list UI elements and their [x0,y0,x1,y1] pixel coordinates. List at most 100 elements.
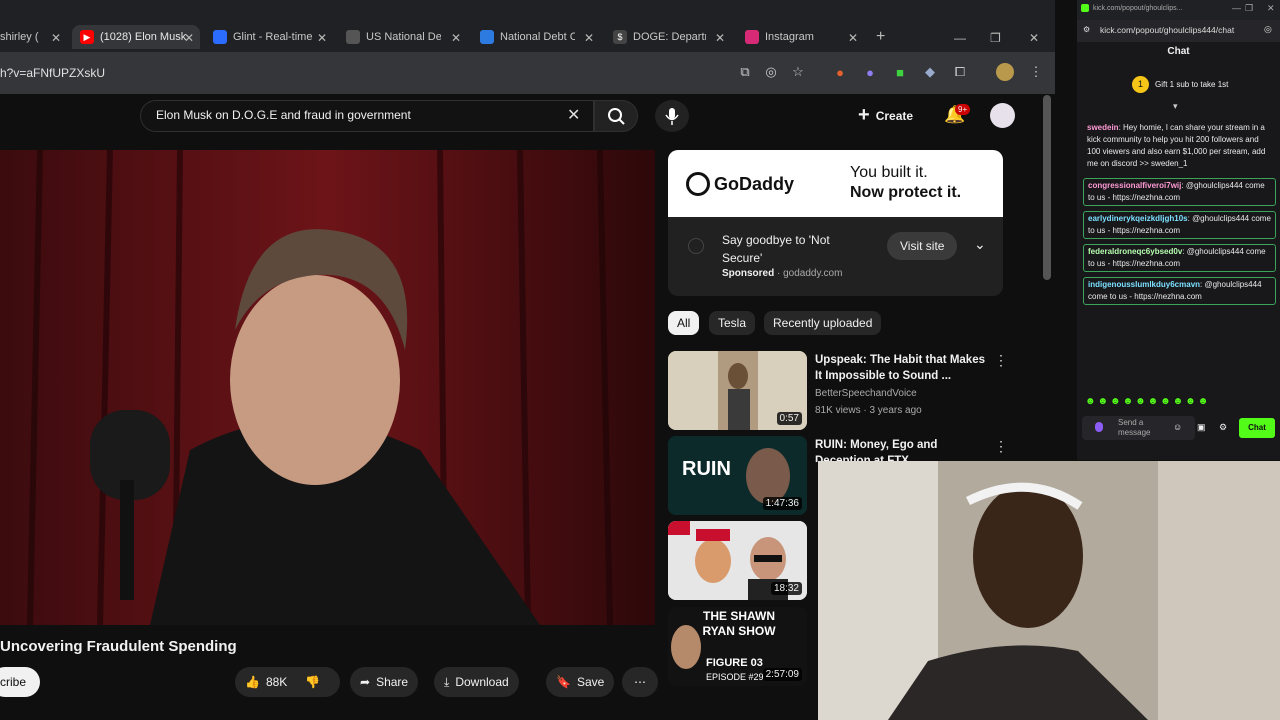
close-tab-icon[interactable]: ✕ [51,31,61,45]
chat-url[interactable]: kick.com/popout/ghoulclips444/chat [1100,25,1234,35]
thumbnail[interactable]: 0:57 [668,351,807,430]
extension-ghost-icon[interactable]: ● [861,63,879,81]
tab-glint[interactable]: Glint - Real-time [213,25,313,49]
usdebt-icon [480,30,494,44]
new-tab-icon[interactable]: + [876,28,885,46]
gift-box-icon[interactable]: ▣ [1197,422,1206,433]
search-input[interactable]: Elon Musk on D.O.G.E and fraud in govern… [156,108,411,122]
chevron-down-icon[interactable]: ⌄ [974,236,986,253]
thumb-up-icon: 👍 [245,675,260,689]
tab-doge[interactable]: $ DOGE: Departm [613,25,706,49]
profile-avatar-icon[interactable] [996,63,1014,81]
more-options-icon[interactable]: ⋮ [994,438,1008,455]
thumb-text: RUIN [682,458,731,480]
youtube-icon: ▶ [80,30,94,44]
chat-message: congressionalfiveroi7wij: @ghoulclips444… [1083,178,1276,206]
eye-off-icon[interactable]: ◎ [1264,24,1272,35]
chip-recently-uploaded[interactable]: Recently uploaded [764,311,882,335]
rec-channel[interactable]: BetterSpeechandVoice [815,388,917,399]
close-tab-icon[interactable]: ✕ [317,31,327,45]
video-player[interactable] [0,150,655,625]
chat-send-button[interactable]: Chat [1239,418,1275,438]
settings-gear-icon[interactable]: ⚙ [1219,422,1227,433]
more-options-icon[interactable]: ⋮ [994,352,1008,369]
chat-title: Chat [1167,46,1190,57]
instagram-icon [745,30,759,44]
sponsored-label: Sponsored [722,268,775,279]
site-info-icon[interactable]: ⚙ [1083,25,1090,34]
ad-text: Say goodbye to 'Not Secure' [722,233,830,265]
emoji-icon[interactable]: ☺ [1173,422,1182,432]
tab-instagram[interactable]: Instagram [745,25,845,49]
plus-icon: + [858,104,870,126]
tab-youtube[interactable]: ▶ (1028) Elon Musk [72,25,200,49]
send-message-input[interactable]: Send a message ☺ [1082,416,1195,440]
voice-search-button[interactable] [655,100,689,132]
scrollbar[interactable] [1043,95,1051,280]
chip-all[interactable]: All [668,311,700,335]
visit-site-button[interactable]: Visit site [887,232,958,260]
chip-tesla[interactable]: Tesla [709,311,756,335]
thumbnail[interactable]: THE SHAWN RYAN SHOW FIGURE 03 EPISODE #2… [668,607,807,686]
extension-diamond-icon[interactable]: ◆ [921,63,939,81]
duration-badge: 1:47:36 [762,497,802,510]
minimize-icon[interactable]: — [954,31,966,45]
thumb-sub: FIGURE 03 [706,657,763,669]
tab-strip: shirley ( ✕ ▶ (1028) Elon Musk ✕ Glint - … [0,0,1055,52]
thumbnail[interactable]: 18:32 [668,521,807,600]
download-button[interactable]: ⤓ Download [434,667,519,697]
window-close-icon[interactable]: ✕ [1029,31,1039,45]
chat-window-url: kick.com/popout/ghoulclips... [1093,5,1183,12]
bookmark-star-icon[interactable]: ☆ [789,63,807,81]
godaddy-logo-icon [686,172,710,196]
pinned-expand-icon[interactable]: ▾ [1173,101,1178,112]
gift-icon[interactable]: 1 [1132,76,1149,93]
tab-national-debt[interactable]: US National Deb [346,25,441,49]
restore-icon[interactable]: ❐ [1245,3,1253,14]
close-tab-icon[interactable]: ✕ [584,31,594,45]
account-avatar[interactable] [990,103,1015,128]
send-message-placeholder: Send a message [1118,418,1151,437]
close-tab-icon[interactable]: ✕ [451,31,461,45]
extension-green-icon[interactable]: ■ [891,63,909,81]
share-button[interactable]: ➦ Share [350,667,419,697]
ad-domain: godaddy.com [783,268,843,279]
extensions-puzzle-icon[interactable]: ⧠ [951,63,969,81]
window-close-icon[interactable]: ✕ [1267,3,1275,14]
save-button[interactable]: 🔖 Save [546,667,615,697]
rec-meta: 81K views · 3 years ago [815,405,922,416]
eye-off-icon[interactable]: ◎ [762,63,780,81]
rec-title[interactable]: Upspeak: The Habit that Makes It Impossi… [815,352,985,384]
restore-icon[interactable]: ❐ [990,31,1001,45]
thumbnail[interactable]: RUIN 1:47:36 [668,436,807,515]
cast-icon[interactable]: ⧉ [736,63,754,81]
chat-message: indigenousslumlkduy6cmavn: @ghoulclips44… [1083,277,1276,305]
chat-message: federaldroneqc6ybsed0v: @ghoulclips444 c… [1083,244,1276,272]
chrome-menu-icon[interactable]: ⋮ [1027,63,1045,81]
close-tab-icon[interactable]: ✕ [184,31,194,45]
url-field[interactable]: h?v=aFNfUPZXskU [0,66,105,80]
search-button[interactable] [594,100,638,132]
close-tab-icon[interactable]: ✕ [715,31,725,45]
clear-search-icon[interactable]: ✕ [567,105,580,125]
video-frame [0,150,655,625]
ad-banner[interactable]: GoDaddy You built it. Now protect it. [668,150,1003,217]
extension-fox-icon[interactable]: ● [831,63,849,81]
like-button[interactable]: 👍 88K 👎 [235,667,340,697]
create-button[interactable]: + Create [858,104,913,127]
minimize-icon[interactable]: — [1232,3,1241,13]
ad-card[interactable]: GoDaddy You built it. Now protect it. Sa… [668,150,1003,296]
thumb-down-icon[interactable]: 👎 [305,675,320,689]
emote-bar[interactable]: ☻☻☻☻☻☻☻☻☻☻ [1085,396,1210,407]
duration-badge: 18:32 [770,582,802,595]
tab-national-debt-clock[interactable]: National Debt C [480,25,575,49]
more-actions-icon[interactable]: ⋯ [622,667,658,697]
chat-message: earlydinerykqeizkdljgh10s: @ghoulclips44… [1083,211,1276,239]
ad-favicon-icon [688,238,704,254]
close-tab-icon[interactable]: ✕ [848,31,858,45]
subscribe-button[interactable]: cribe [0,667,40,697]
chat-url-bar: ⚙ kick.com/popout/ghoulclips444/chat ◎ [1077,20,1280,42]
rec-title[interactable]: RUIN: Money, Ego and Deception at FTX [815,437,985,462]
gift-sub-text[interactable]: Gift 1 sub to take 1st [1155,80,1228,89]
notification-badge: 9+ [955,104,971,115]
